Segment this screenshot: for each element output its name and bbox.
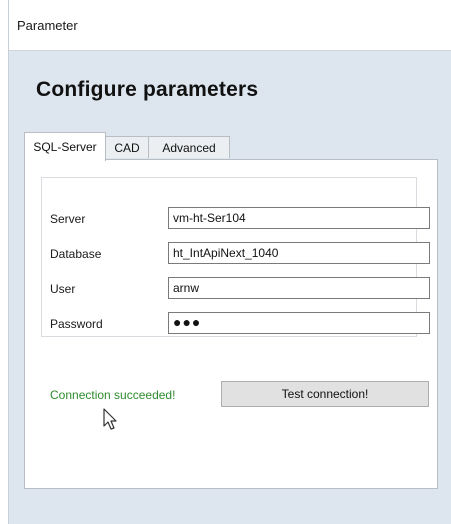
sql-server-panel: Server vm-ht-Ser104 Database ht_IntApiNe… — [24, 159, 438, 489]
test-connection-button[interactable]: Test connection! — [221, 381, 429, 407]
database-label: Database — [50, 247, 102, 261]
password-label: Password — [50, 317, 103, 331]
page-title: Configure parameters — [36, 78, 259, 101]
title-bar: Parameter — [9, 0, 451, 51]
user-field[interactable]: arnw — [168, 277, 430, 299]
window-title: Parameter — [17, 18, 78, 33]
server-label: Server — [50, 212, 86, 226]
mouse-pointer-icon — [103, 408, 117, 430]
connection-status: Connection succeeded! — [50, 388, 176, 402]
database-field[interactable]: ht_IntApiNext_1040 — [168, 242, 430, 264]
tab-cad[interactable]: CAD — [105, 136, 149, 158]
server-field[interactable]: vm-ht-Ser104 — [168, 207, 430, 229]
password-field[interactable]: ●●● — [168, 312, 430, 334]
tab-sql-server[interactable]: SQL-Server — [24, 132, 106, 161]
tab-advanced[interactable]: Advanced — [148, 136, 230, 158]
user-label: User — [50, 282, 76, 296]
parameter-window: Parameter Configure parameters SQL-Serve… — [8, 0, 451, 524]
